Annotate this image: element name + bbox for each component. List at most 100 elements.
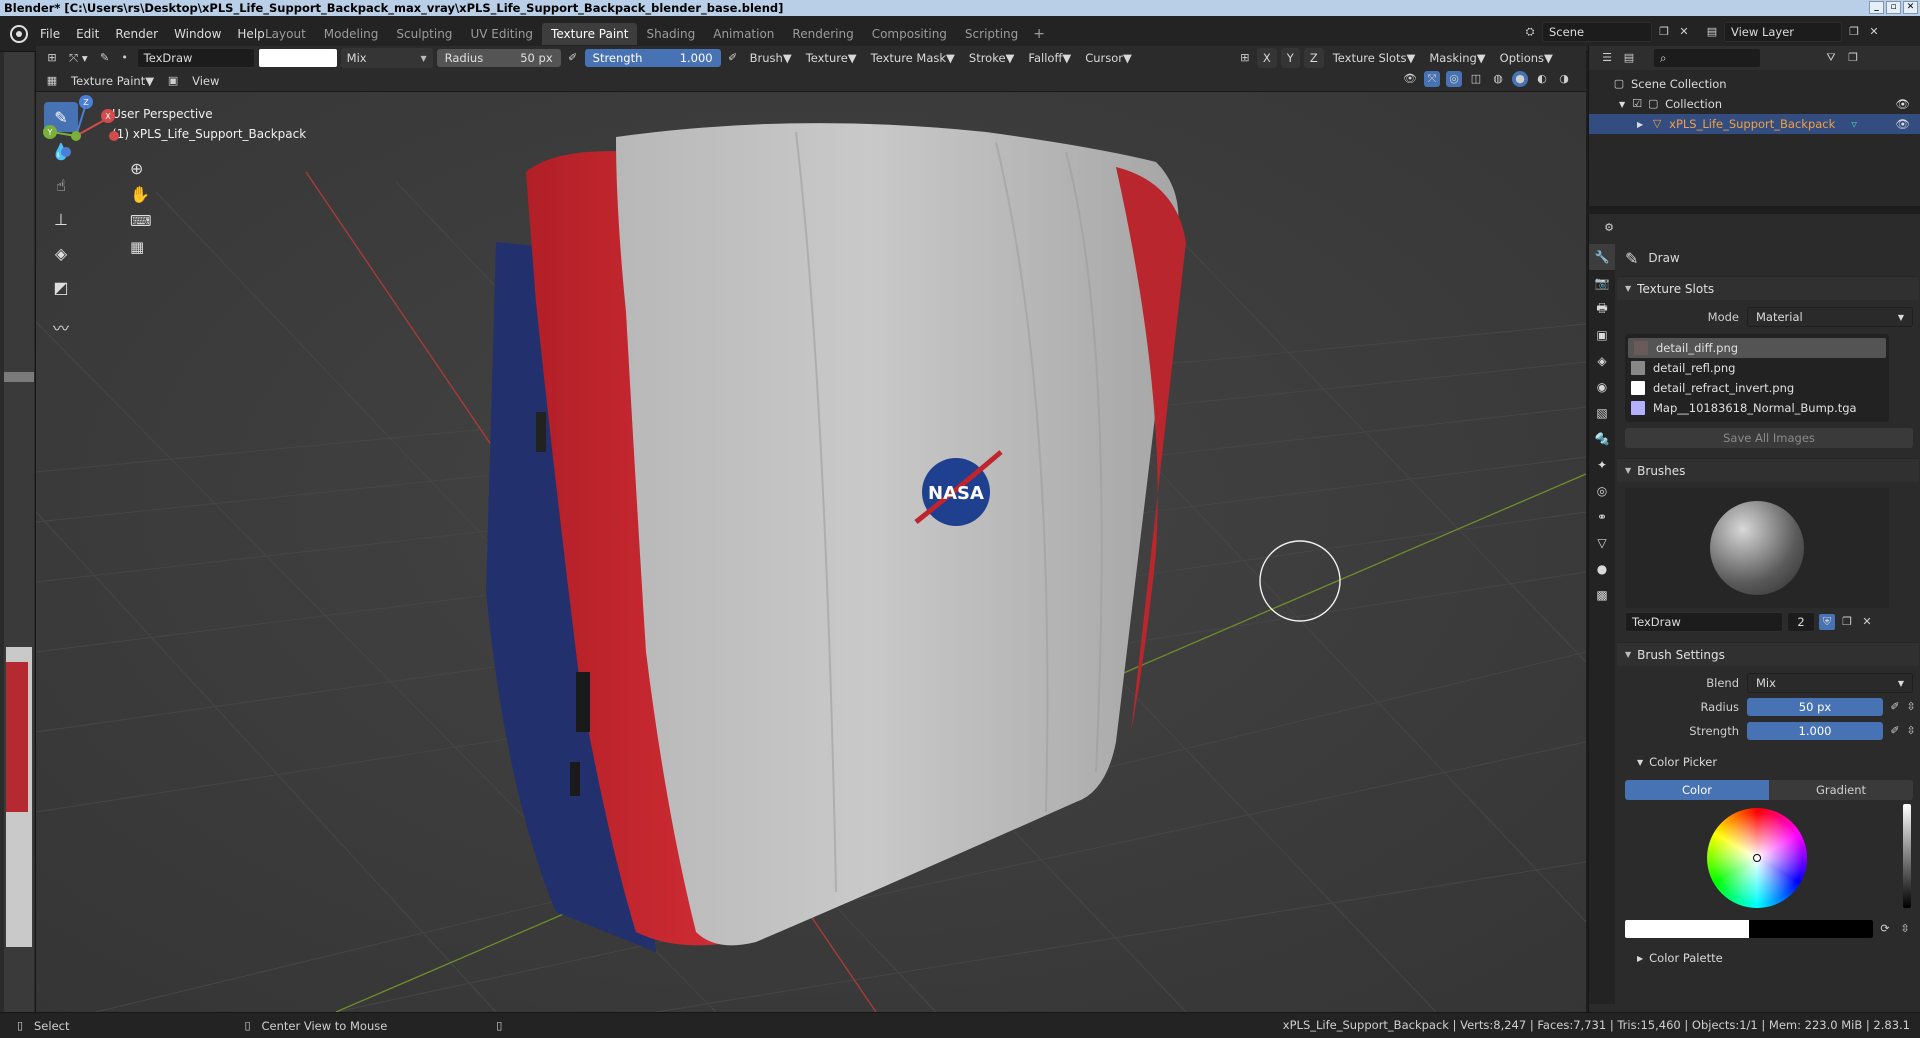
tab-shading[interactable]: Shading bbox=[637, 23, 704, 45]
color-wheel-cursor[interactable] bbox=[1753, 854, 1761, 862]
primary-secondary-colors[interactable] bbox=[1625, 920, 1873, 938]
navigation-gizmo[interactable]: Z X Y ⊕ ✋ ⌨ ▦ bbox=[36, 92, 156, 272]
brush-settings-panel-header[interactable]: ▼ Brush Settings bbox=[1617, 642, 1919, 666]
radius-unit-icon[interactable]: ⇳ bbox=[1903, 699, 1919, 715]
constraints-tab-icon[interactable]: ⚭ bbox=[1589, 504, 1615, 530]
tab-uv-editing[interactable]: UV Editing bbox=[461, 23, 542, 45]
falloff-dropdown[interactable]: Falloff ▼ bbox=[1023, 48, 1076, 68]
options-dropdown[interactable]: Options ▼ bbox=[1495, 48, 1558, 68]
paint-mask-icon[interactable]: ▣ bbox=[165, 73, 181, 89]
tab-sculpting[interactable]: Sculpting bbox=[387, 23, 461, 45]
new-collection-icon[interactable]: ❐ bbox=[1845, 50, 1861, 66]
fake-user-shield-icon[interactable]: ⛨ bbox=[1819, 614, 1835, 630]
display-mode-icon[interactable]: ▤ bbox=[1621, 50, 1637, 66]
radius-slider-props[interactable]: 50 px bbox=[1747, 698, 1883, 716]
swap-colors-icon[interactable]: ⟳ bbox=[1877, 921, 1893, 937]
pan-hand-icon[interactable]: ✋ bbox=[130, 185, 150, 204]
texture-slot-item[interactable]: Map__10183618_Normal_Bump.tga bbox=[1625, 398, 1889, 418]
secondary-color-swatch[interactable] bbox=[1749, 920, 1873, 938]
object-tab-icon[interactable]: ▧ bbox=[1589, 400, 1615, 426]
brush-icon[interactable]: ✎ bbox=[97, 50, 113, 66]
data-tab-icon[interactable]: ▽ bbox=[1589, 530, 1615, 556]
tool-tab-icon[interactable]: 🔧 bbox=[1589, 244, 1615, 270]
save-all-images-button[interactable]: Save All Images bbox=[1625, 428, 1913, 448]
menu-window[interactable]: Window bbox=[166, 27, 229, 41]
tab-texture-paint[interactable]: Texture Paint bbox=[542, 23, 638, 45]
view-layer-icon[interactable]: ▤ bbox=[1704, 24, 1720, 40]
texture-slot-item[interactable]: detail_refl.png bbox=[1625, 358, 1889, 378]
strength-unit-icon[interactable]: ⇳ bbox=[1903, 723, 1919, 739]
mode-dropdown[interactable]: Texture Paint ▼ bbox=[66, 71, 159, 91]
delete-view-layer-icon[interactable]: ✕ bbox=[1866, 24, 1882, 40]
tab-rendering[interactable]: Rendering bbox=[783, 23, 862, 45]
tab-compositing[interactable]: Compositing bbox=[863, 23, 956, 45]
stroke-dropdown[interactable]: Stroke ▼ bbox=[964, 48, 1020, 68]
delete-scene-icon[interactable]: ✕ bbox=[1676, 24, 1692, 40]
render-tab-icon[interactable]: 📷 bbox=[1589, 270, 1615, 296]
texture-dropdown[interactable]: Texture ▼ bbox=[801, 48, 862, 68]
tab-layout[interactable]: Layout bbox=[256, 23, 315, 45]
editor-type-icon[interactable]: ⊞ bbox=[44, 50, 60, 66]
xray-icon[interactable]: ◫ bbox=[1468, 71, 1484, 87]
neg-x-handle[interactable] bbox=[109, 131, 119, 141]
strength-pressure-icon[interactable]: ✐ bbox=[1887, 723, 1903, 739]
duplicate-brush-icon[interactable]: ❐ bbox=[1839, 614, 1855, 630]
brush-name-field[interactable]: TexDraw bbox=[136, 48, 255, 68]
brushes-panel-header[interactable]: ▼ Brushes bbox=[1617, 458, 1919, 482]
blender-logo-icon[interactable] bbox=[10, 25, 28, 43]
unlink-brush-icon[interactable]: ✕ bbox=[1859, 614, 1875, 630]
outliner-row-object[interactable]: ▶ ▽ xPLS_Life_Support_Backpack ▿ 👁 bbox=[1589, 114, 1920, 134]
outliner-search-input[interactable]: ⌕ bbox=[1653, 48, 1761, 68]
physics-tab-icon[interactable]: ◎ bbox=[1589, 478, 1615, 504]
primary-color-swatch[interactable] bbox=[1625, 920, 1749, 938]
zoom-icon[interactable]: ⊕ bbox=[130, 159, 143, 178]
view-layer-field[interactable]: View Layer bbox=[1724, 22, 1842, 42]
brush-preview[interactable] bbox=[1625, 488, 1889, 608]
tab-scripting[interactable]: Scripting bbox=[956, 23, 1027, 45]
radius-slider[interactable]: Radius 50 px bbox=[436, 49, 561, 67]
outliner-editor-icon[interactable]: ☰ bbox=[1599, 50, 1615, 66]
new-scene-icon[interactable]: ❐ bbox=[1656, 24, 1672, 40]
overlay-toggle-icon[interactable]: ◎ bbox=[1446, 71, 1462, 87]
add-workspace-icon[interactable]: + bbox=[1027, 26, 1051, 42]
color-palette-subpanel-header[interactable]: ▶ Color Palette bbox=[1617, 946, 1919, 970]
strength-slider[interactable]: Strength 1.000 bbox=[584, 49, 721, 67]
perspective-grid-icon[interactable]: ▦ bbox=[130, 238, 144, 256]
mask-tool-icon[interactable]: ◩ bbox=[44, 272, 78, 302]
wireframe-shading-icon[interactable]: ◍ bbox=[1490, 71, 1506, 87]
brush-users-count[interactable]: 2 bbox=[1787, 612, 1815, 632]
solid-shading-icon[interactable]: ● bbox=[1512, 71, 1528, 87]
radius-pressure-icon[interactable]: ✐ bbox=[565, 50, 581, 66]
expand-arrow-icon[interactable]: ▶ bbox=[1637, 120, 1643, 129]
menu-render[interactable]: Render bbox=[107, 27, 166, 41]
scene-tab-icon[interactable]: ◈ bbox=[1589, 348, 1615, 374]
brush-color-swatch[interactable] bbox=[258, 49, 337, 67]
maximize-button[interactable]: ▫ bbox=[1886, 1, 1901, 14]
gizmo-toggle-icon[interactable]: ⤧ bbox=[1424, 71, 1440, 87]
color-tab[interactable]: Color bbox=[1625, 780, 1769, 800]
minimize-button[interactable]: _ bbox=[1869, 1, 1884, 14]
blend-dropdown[interactable]: Mix ▼ bbox=[1747, 673, 1913, 693]
cursor-dropdown[interactable]: Cursor ▼ bbox=[1080, 48, 1137, 68]
scene-field[interactable]: Scene bbox=[1542, 22, 1652, 42]
close-button[interactable]: ✕ bbox=[1903, 1, 1918, 14]
output-tab-icon[interactable]: 🖶 bbox=[1589, 296, 1615, 322]
masking-dropdown[interactable]: Masking ▼ bbox=[1424, 48, 1490, 68]
camera-icon[interactable]: ⌨ bbox=[130, 212, 152, 230]
gradient-tab[interactable]: Gradient bbox=[1769, 780, 1913, 800]
radius-pressure-icon[interactable]: ✐ bbox=[1887, 699, 1903, 715]
annotate-tool-icon[interactable]: 〰 bbox=[44, 312, 78, 342]
menu-file[interactable]: File bbox=[32, 27, 68, 41]
blend-mode-dropdown[interactable]: Mix ▼ bbox=[340, 48, 433, 68]
symmetry-x-toggle[interactable]: X bbox=[1256, 48, 1277, 68]
material-tab-icon[interactable]: ● bbox=[1589, 556, 1615, 582]
particles-tab-icon[interactable]: ✦ bbox=[1589, 452, 1615, 478]
new-view-layer-icon[interactable]: ❐ bbox=[1846, 24, 1862, 40]
tab-animation[interactable]: Animation bbox=[704, 23, 783, 45]
brush-dropdown[interactable]: Brush ▼ bbox=[745, 48, 797, 68]
visibility-icon[interactable]: 👁 bbox=[1402, 71, 1418, 87]
neg-z-handle[interactable] bbox=[61, 147, 71, 157]
mode-dropdown-props[interactable]: Material ▼ bbox=[1747, 307, 1913, 327]
filter-icon[interactable]: ⛛ bbox=[1823, 50, 1839, 66]
symmetry-z-toggle[interactable]: Z bbox=[1303, 48, 1324, 68]
